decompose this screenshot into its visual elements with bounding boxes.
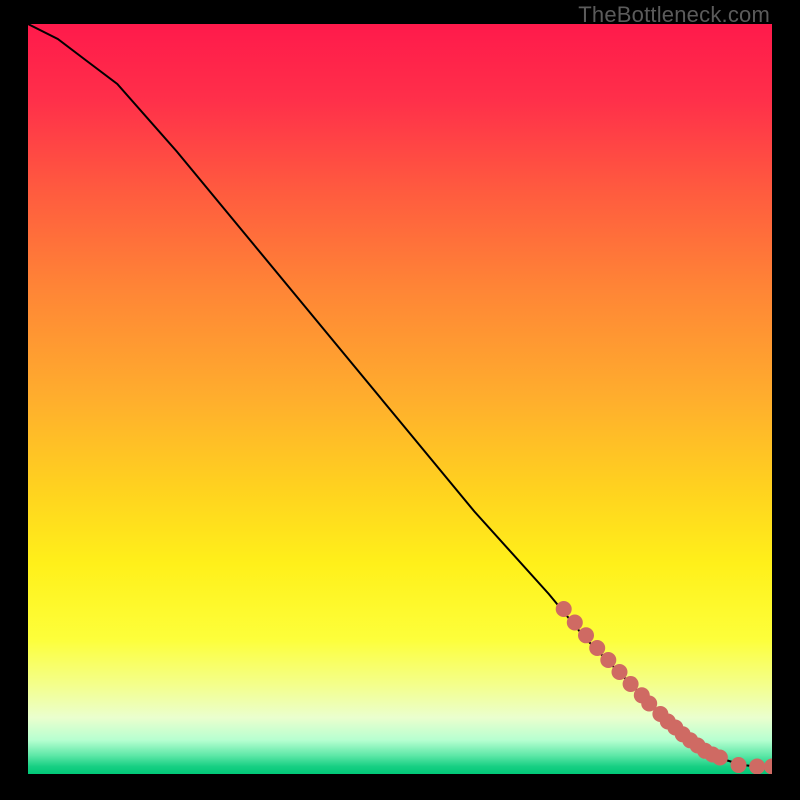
chart-background: [28, 24, 772, 774]
chart-marker: [712, 750, 728, 766]
chart-marker: [589, 640, 605, 656]
chart-marker: [612, 664, 628, 680]
chart-marker: [749, 759, 765, 775]
chart-frame: [28, 24, 772, 774]
chart-marker: [600, 652, 616, 668]
chart-marker: [578, 627, 594, 643]
chart-plot: [28, 24, 772, 774]
chart-marker: [567, 615, 583, 631]
chart-marker: [731, 757, 747, 773]
chart-marker: [556, 601, 572, 617]
